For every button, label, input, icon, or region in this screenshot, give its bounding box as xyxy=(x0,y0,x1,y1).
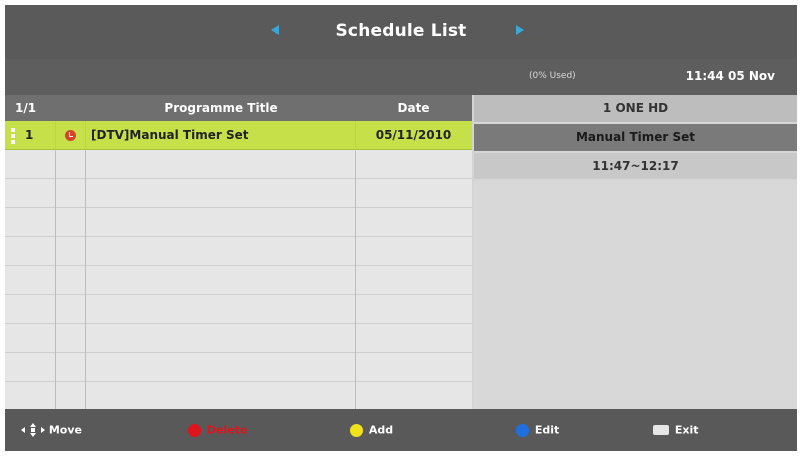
empty-row xyxy=(5,382,472,411)
detail-event: Manual Timer Set xyxy=(474,124,797,151)
detail-channel: 1 ONE HD xyxy=(474,95,797,122)
empty-row xyxy=(5,324,472,353)
add-label: Add xyxy=(368,423,394,437)
storage-usage: (0% Used) xyxy=(529,71,576,81)
detail-time-range: 11:47~12:17 xyxy=(474,153,797,179)
column-header-title: Programme Title xyxy=(164,101,278,115)
yellow-button-icon xyxy=(350,423,363,437)
edit-label: Edit xyxy=(534,423,560,437)
record-icon xyxy=(65,130,76,141)
exit-key-icon xyxy=(653,425,669,435)
list-header: 1/1 Programme Title Date xyxy=(5,95,472,121)
schedule-list-screen: Schedule List (0% Used) 11:44 05 Nov 1/1… xyxy=(5,5,797,451)
schedule-list: 1 [DTV]Manual Timer Set 05/11/2010 xyxy=(5,121,472,411)
page-title: Schedule List xyxy=(335,21,467,41)
empty-row xyxy=(5,295,472,324)
empty-row xyxy=(5,208,472,237)
info-bar: (0% Used) 11:44 05 Nov xyxy=(5,59,797,95)
move-hint[interactable]: Move xyxy=(21,423,82,439)
exit-label: Exit xyxy=(674,423,699,437)
column-divider xyxy=(355,121,356,409)
edit-hint[interactable]: Edit xyxy=(516,423,559,439)
row-date: 05/11/2010 xyxy=(375,128,452,142)
delete-hint[interactable]: Delete xyxy=(188,423,247,439)
blue-button-icon xyxy=(516,423,529,437)
row-title: [DTV]Manual Timer Set xyxy=(91,128,249,142)
clock: 11:44 05 Nov xyxy=(685,69,775,83)
empty-row xyxy=(5,266,472,295)
page-indicator: 1/1 xyxy=(15,101,37,115)
detail-panel: 1 ONE HD Manual Timer Set 11:47~12:17 xyxy=(474,95,797,409)
move-arrows-icon xyxy=(21,423,45,437)
empty-row xyxy=(5,353,472,382)
selection-marker-icon xyxy=(11,128,15,144)
detail-empty-area xyxy=(474,181,797,409)
column-divider xyxy=(85,121,86,409)
exit-hint[interactable]: Exit xyxy=(653,423,698,439)
footer-help-bar: Move Delete Add Edit Exit xyxy=(5,409,797,451)
empty-row xyxy=(5,150,472,179)
red-button-icon xyxy=(188,423,201,437)
column-header-date: Date xyxy=(397,101,430,115)
table-row[interactable]: 1 [DTV]Manual Timer Set 05/11/2010 xyxy=(5,121,472,150)
empty-row xyxy=(5,237,472,266)
title-bar: Schedule List xyxy=(5,5,797,59)
arrow-right-icon[interactable] xyxy=(515,25,525,35)
row-number: 1 xyxy=(25,128,34,142)
empty-row xyxy=(5,179,472,208)
add-hint[interactable]: Add xyxy=(350,423,393,439)
column-divider xyxy=(55,121,56,409)
move-label: Move xyxy=(48,423,82,437)
delete-label: Delete xyxy=(206,423,248,437)
